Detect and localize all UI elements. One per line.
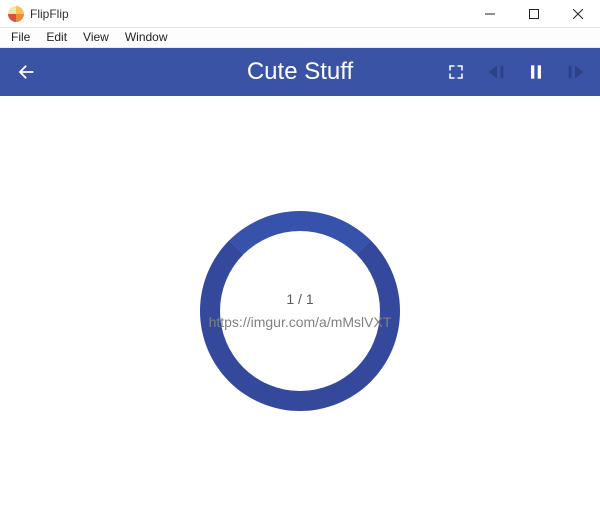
menu-edit[interactable]: Edit <box>39 28 74 47</box>
loading-indicator: 1 / 1 https://imgur.com/a/mMslVXT <box>190 201 410 421</box>
minimize-icon <box>485 9 495 19</box>
progress-counter: 1 / 1 <box>209 289 392 309</box>
content-area: 1 / 1 https://imgur.com/a/mMslVXT <box>0 96 600 525</box>
pause-button[interactable] <box>522 58 550 86</box>
app-icon <box>8 6 24 22</box>
header-controls <box>442 58 590 86</box>
arrow-left-solid-icon <box>485 61 507 83</box>
close-button[interactable] <box>556 0 600 28</box>
previous-button[interactable] <box>482 58 510 86</box>
menu-window[interactable]: Window <box>118 28 175 47</box>
close-icon <box>573 9 583 19</box>
minimize-button[interactable] <box>468 0 512 28</box>
menubar: File Edit View Window <box>0 28 600 48</box>
maximize-button[interactable] <box>512 0 556 28</box>
arrow-left-icon <box>15 61 37 83</box>
fullscreen-button[interactable] <box>442 58 470 86</box>
loading-text: 1 / 1 https://imgur.com/a/mMslVXT <box>209 289 392 332</box>
menu-view[interactable]: View <box>76 28 116 47</box>
titlebar: FlipFlip <box>0 0 600 28</box>
app-header: Cute Stuff <box>0 48 600 96</box>
back-button[interactable] <box>10 56 42 88</box>
arrow-right-solid-icon <box>565 61 587 83</box>
maximize-icon <box>529 9 539 19</box>
next-button[interactable] <box>562 58 590 86</box>
menu-file[interactable]: File <box>4 28 37 47</box>
fullscreen-icon <box>447 63 465 81</box>
pause-icon <box>526 62 546 82</box>
source-url: https://imgur.com/a/mMslVXT <box>209 312 392 332</box>
window-title: FlipFlip <box>30 7 69 21</box>
